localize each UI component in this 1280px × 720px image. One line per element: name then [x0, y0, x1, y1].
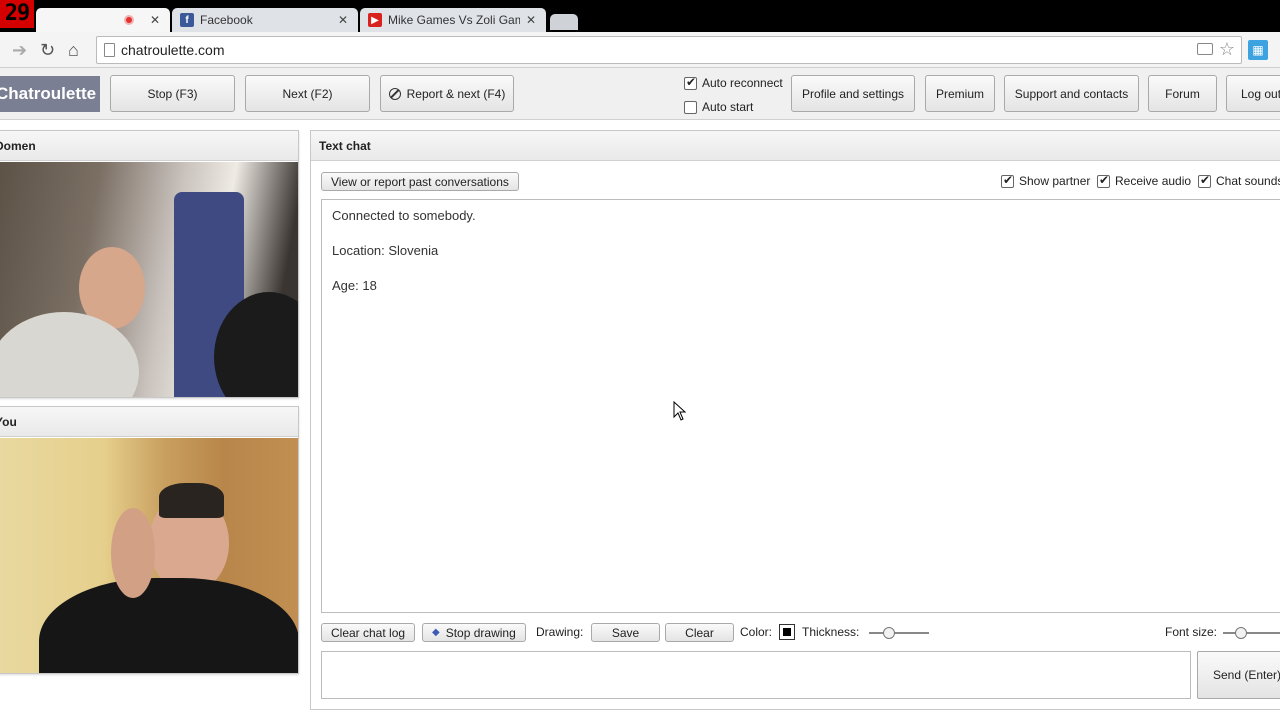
- font-size-slider[interactable]: [1223, 627, 1280, 639]
- partner-video-panel: Domen: [0, 130, 299, 398]
- view-report-conversations-button[interactable]: View or report past conversations: [321, 172, 519, 191]
- receive-audio-label: Receive audio: [1115, 174, 1192, 188]
- tab-title: Mike Games Vs Zoli Game: [388, 13, 520, 27]
- slider-handle[interactable]: [1235, 627, 1247, 639]
- chat-sounds-label: Chat sounds: [1216, 174, 1280, 188]
- stop-drawing-label: Stop drawing: [445, 625, 516, 640]
- stop-button[interactable]: Stop (F3): [110, 75, 235, 112]
- slider-handle[interactable]: [883, 627, 895, 639]
- partner-video: [0, 162, 298, 397]
- url-text: chatroulette.com: [121, 42, 225, 58]
- reload-icon[interactable]: ↻: [40, 40, 55, 61]
- forum-button[interactable]: Forum: [1148, 75, 1217, 112]
- send-button[interactable]: Send (Enter): [1197, 651, 1280, 699]
- forward-icon[interactable]: ➔: [12, 40, 27, 61]
- drawing-label: Drawing:: [536, 625, 584, 639]
- star-icon[interactable]: ☆: [1219, 39, 1235, 60]
- mouse-cursor-icon: [673, 401, 687, 421]
- recording-badge: 29: [0, 0, 34, 28]
- checkbox-box[interactable]: [684, 75, 697, 90]
- close-icon[interactable]: ✕: [150, 13, 160, 27]
- chat-message: Location: Slovenia: [332, 243, 439, 258]
- show-partner-checkbox[interactable]: Show partner: [1001, 173, 1091, 188]
- next-button[interactable]: Next (F2): [245, 75, 370, 112]
- stop-drawing-button[interactable]: ◆ Stop drawing: [422, 623, 526, 642]
- self-video: [0, 438, 298, 673]
- chat-sounds-checkbox[interactable]: Chat sounds: [1198, 173, 1280, 188]
- site-logo[interactable]: Chatroulette: [0, 76, 100, 112]
- clear-drawing-button[interactable]: Clear: [665, 623, 734, 642]
- report-next-button[interactable]: Report & next (F4): [380, 75, 514, 112]
- premium-button[interactable]: Premium: [925, 75, 995, 112]
- show-partner-label: Show partner: [1019, 174, 1091, 188]
- text-chat-title: Text chat: [311, 131, 1280, 161]
- checkbox-box[interactable]: [1001, 173, 1014, 188]
- chat-message: Age: 18: [332, 278, 377, 293]
- facebook-icon: f: [180, 13, 194, 27]
- receive-audio-checkbox[interactable]: Receive audio: [1097, 173, 1192, 188]
- partner-name: Domen: [0, 131, 298, 161]
- checkbox-box[interactable]: [1198, 173, 1211, 188]
- browser-toolbar: ➔ ↻ ⌂ chatroulette.com ☆ ▦: [0, 32, 1280, 68]
- checkbox-box[interactable]: [684, 100, 697, 114]
- auto-start-label: Auto start: [702, 100, 754, 114]
- clear-chat-log-button[interactable]: Clear chat log: [321, 623, 416, 642]
- chat-log[interactable]: Connected to somebody. Location: Sloveni…: [321, 199, 1280, 613]
- camera-icon[interactable]: [1197, 43, 1213, 55]
- tab-chatroulette[interactable]: ✕: [36, 8, 170, 32]
- thickness-slider[interactable]: [869, 627, 929, 639]
- report-next-label: Report & next (F4): [406, 86, 506, 101]
- support-contacts-button[interactable]: Support and contacts: [1004, 75, 1139, 112]
- color-picker[interactable]: [779, 624, 795, 640]
- profile-settings-button[interactable]: Profile and settings: [791, 75, 915, 112]
- logout-button[interactable]: Log out: [1226, 75, 1280, 112]
- home-icon[interactable]: ⌂: [68, 40, 79, 61]
- color-label: Color:: [740, 625, 773, 639]
- self-video-panel: You: [0, 406, 299, 674]
- browser-tabbar: 29 ✕ f Facebook ✕ ▶ Mike Games Vs Zoli G…: [0, 0, 1280, 32]
- auto-reconnect-checkbox[interactable]: Auto reconnect: [684, 75, 783, 90]
- auto-start-checkbox[interactable]: Auto start: [684, 100, 753, 114]
- extension-icon[interactable]: ▦: [1248, 40, 1268, 60]
- ban-icon: [388, 87, 401, 100]
- chat-message: Connected to somebody.: [332, 208, 476, 223]
- page-icon: [104, 43, 115, 57]
- youtube-icon: ▶: [368, 13, 382, 27]
- recording-dot-icon: [123, 15, 134, 25]
- pencil-icon: ◆: [432, 627, 440, 638]
- tab-youtube[interactable]: ▶ Mike Games Vs Zoli Game ✕: [360, 8, 546, 32]
- save-drawing-button[interactable]: Save: [591, 623, 660, 642]
- text-chat-panel: Text chat View or report past conversati…: [310, 130, 1280, 710]
- close-icon[interactable]: ✕: [526, 13, 536, 27]
- close-icon[interactable]: ✕: [338, 13, 348, 27]
- tab-facebook[interactable]: f Facebook ✕: [172, 8, 358, 32]
- font-size-label: Font size:: [1165, 625, 1218, 639]
- tab-title: Facebook: [200, 13, 253, 27]
- checkbox-box[interactable]: [1097, 173, 1110, 188]
- new-tab-button[interactable]: [550, 14, 578, 30]
- thickness-label: Thickness:: [802, 625, 860, 639]
- auto-reconnect-label: Auto reconnect: [702, 76, 783, 90]
- message-input[interactable]: [321, 651, 1191, 699]
- address-bar[interactable]: chatroulette.com ☆: [96, 36, 1242, 64]
- site-header: Chatroulette Stop (F3) Next (F2) Report …: [0, 68, 1280, 120]
- self-name: You: [0, 407, 298, 437]
